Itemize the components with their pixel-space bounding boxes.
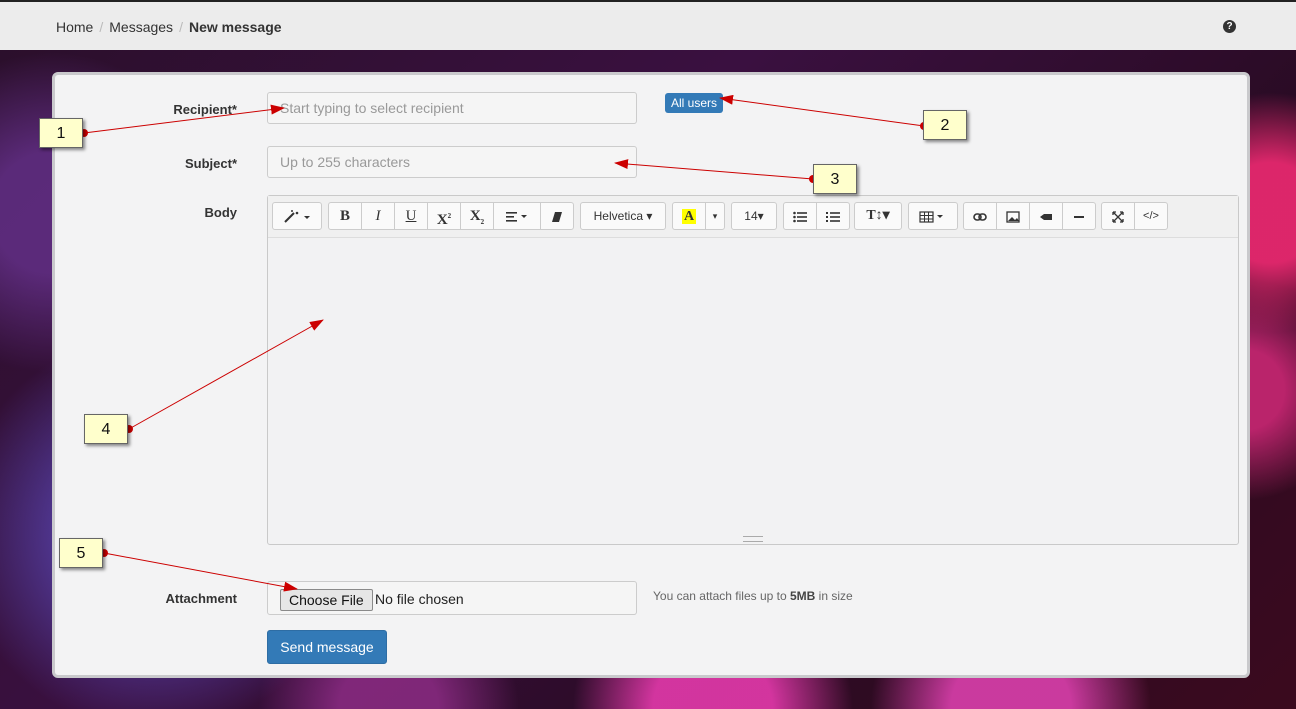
callout-5: 5 xyxy=(59,538,103,568)
arrow-5 xyxy=(103,552,298,592)
arrow-3 xyxy=(614,159,814,180)
callout-4: 4 xyxy=(84,414,128,444)
callout-3: 3 xyxy=(813,164,857,194)
callout-1: 1 xyxy=(39,118,83,148)
arrow-1 xyxy=(83,104,285,134)
arrow-4 xyxy=(128,319,324,430)
annotation-arrows xyxy=(80,94,928,592)
arrow-2 xyxy=(719,94,925,127)
callout-2: 2 xyxy=(923,110,967,140)
